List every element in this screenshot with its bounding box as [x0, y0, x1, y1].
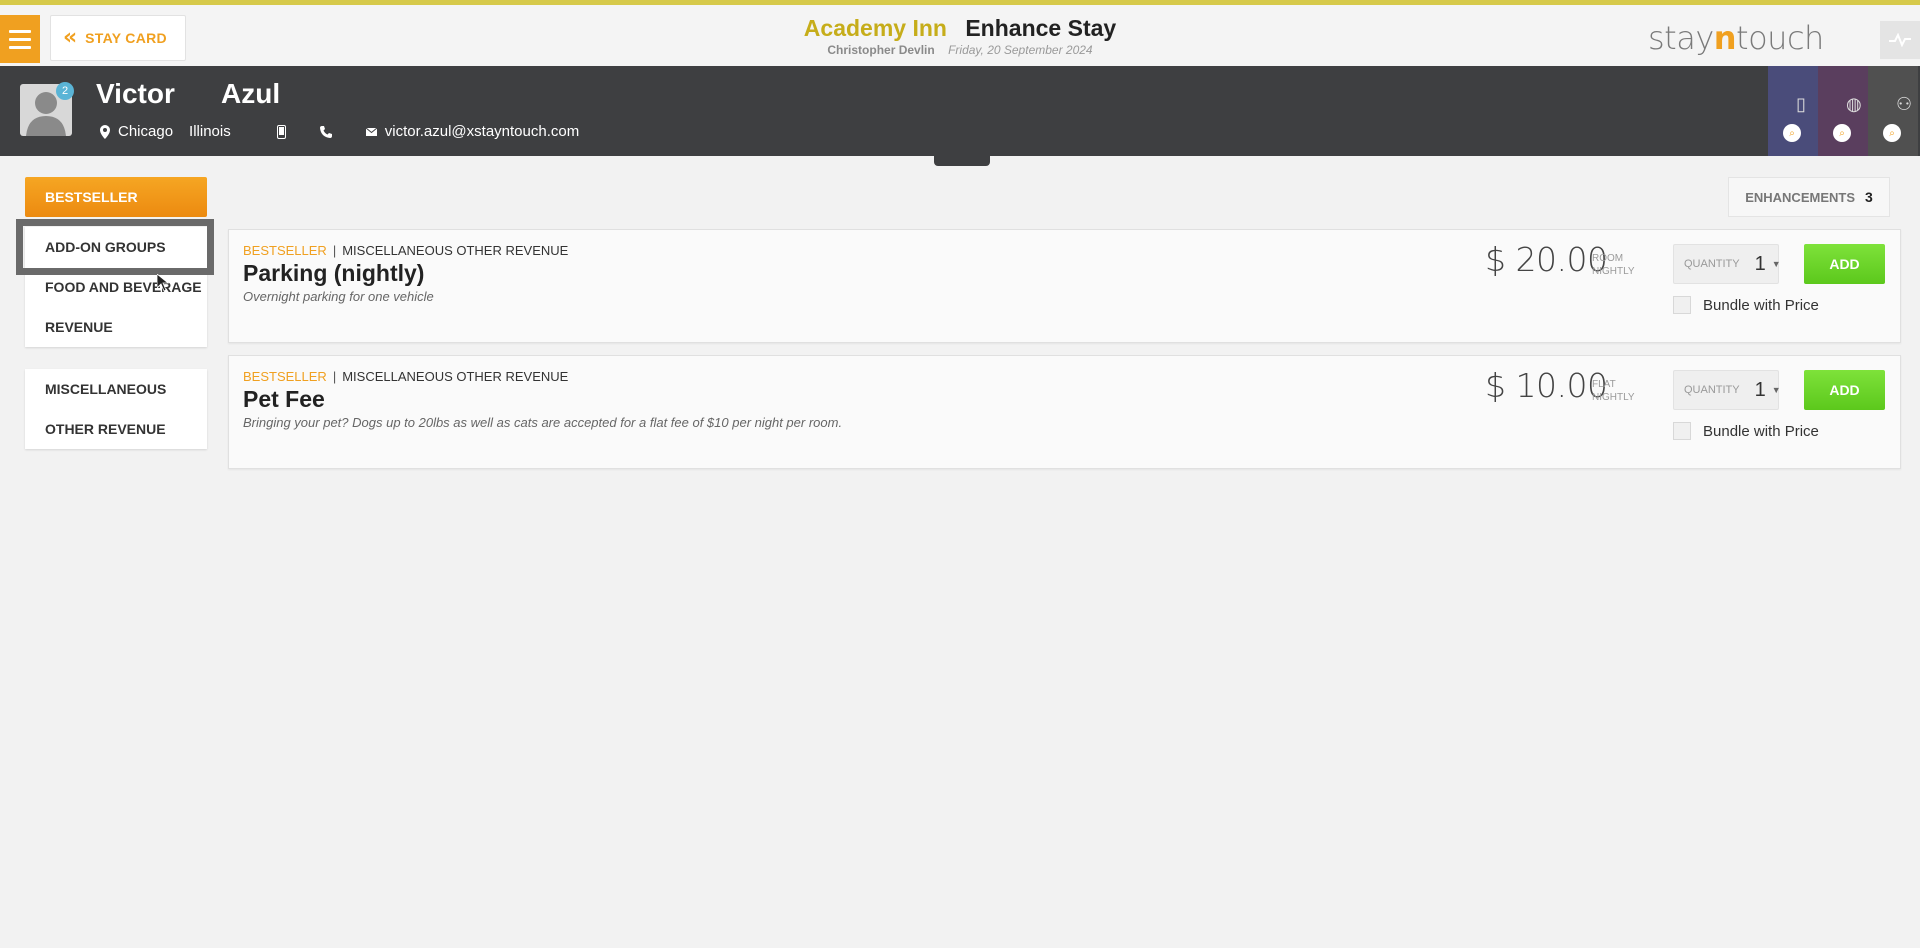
avatar-badge: 2 — [56, 82, 74, 100]
separator: | — [332, 369, 337, 384]
enhancements-label: ENHANCEMENTS — [1745, 189, 1855, 205]
bundle-with-price-option[interactable]: Bundle with Price — [1673, 422, 1819, 440]
guest-last-name[interactable]: Azul — [221, 78, 280, 110]
nav-group-addons: ADD-ON GROUPS FOOD AND BEVERAGE REVENUE — [25, 227, 207, 347]
unit-line: NIGHTLY — [1592, 266, 1635, 277]
bundle-checkbox[interactable] — [1673, 422, 1691, 440]
building-icon: ▯ — [1796, 94, 1806, 114]
logo-part: touch — [1736, 19, 1824, 57]
addon-price: $ 10.00 — [1485, 366, 1608, 405]
mouse-cursor-icon — [157, 274, 169, 292]
addon-category-line: BESTSELLER | MISCELLANEOUS OTHER REVENUE — [243, 369, 568, 384]
guest-email[interactable]: victor.azul@xstayntouch.com — [385, 123, 579, 140]
user-name: Christopher Devlin — [827, 43, 935, 57]
top-bar: ‹‹ STAY CARD Academy Inn Enhance Stay Ch… — [0, 0, 1920, 66]
addon-tag: BESTSELLER — [243, 369, 327, 384]
addon-card: BESTSELLER | MISCELLANEOUS OTHER REVENUE P… — [228, 229, 1901, 343]
guest-header: 2 Victor Azul Chicago Illinois victor.az… — [0, 66, 1920, 156]
location-pin-icon — [100, 124, 110, 139]
bundle-label: Bundle with Price — [1703, 296, 1819, 314]
quantity-value: 1 — [1754, 378, 1766, 401]
nav-item-food-and-beverage[interactable]: FOOD AND BEVERAGE — [25, 267, 207, 307]
quantity-label: QUANTITY — [1684, 384, 1740, 396]
title-line: Academy Inn Enhance Stay — [0, 15, 1920, 42]
addon-category: MISCELLANEOUS OTHER REVENUE — [342, 369, 569, 384]
addon-price-unit: ROOM NIGHTLY — [1592, 252, 1635, 278]
addon-price-unit: FLAT NIGHTLY — [1592, 378, 1635, 404]
header-drawer-handle[interactable] — [934, 156, 990, 166]
globe-icon: ◍ — [1846, 94, 1862, 114]
bundle-checkbox[interactable] — [1673, 296, 1691, 314]
unit-line: ROOM — [1592, 253, 1624, 264]
nav-item-miscellaneous[interactable]: MISCELLANEOUS — [25, 369, 207, 409]
search-icon: ⌕ — [1883, 124, 1901, 142]
caret-down-icon: ▼ — [1771, 385, 1781, 395]
pulse-icon — [1889, 33, 1911, 47]
group-tile[interactable]: ⚇ ⌕ — [1868, 66, 1918, 156]
addon-name: Parking (nightly) — [243, 260, 425, 286]
business-date: Friday, 20 September 2024 — [948, 43, 1093, 57]
group-icon: ⚇ — [1896, 94, 1913, 114]
enhancements-counter[interactable]: ENHANCEMENTS 3 — [1728, 177, 1890, 217]
addon-card: BESTSELLER | MISCELLANEOUS OTHER REVENUE P… — [228, 355, 1901, 469]
quantity-value: 1 — [1754, 252, 1766, 275]
search-icon: ⌕ — [1783, 124, 1801, 142]
addon-description: Overnight parking for one vehicle — [243, 289, 434, 304]
bundle-label: Bundle with Price — [1703, 422, 1819, 440]
nav-group-misc: MISCELLANEOUS OTHER REVENUE — [25, 369, 207, 449]
addon-category: MISCELLANEOUS OTHER REVENUE — [342, 243, 569, 258]
quantity-label: QUANTITY — [1684, 258, 1740, 270]
side-tiles: ▯ ⌕ ◍ ⌕ ⚇ ⌕ — [1768, 66, 1918, 156]
phone-icon[interactable] — [319, 125, 332, 138]
guest-city: Chicago — [118, 123, 174, 140]
mobile-phone-icon[interactable] — [276, 124, 286, 139]
add-button[interactable]: ADD — [1804, 244, 1885, 284]
quantity-select[interactable]: QUANTITY 1 ▼ — [1673, 370, 1781, 410]
activity-button[interactable] — [1880, 21, 1920, 59]
addon-name: Pet Fee — [243, 386, 325, 412]
globe-tile[interactable]: ◍ ⌕ — [1818, 66, 1868, 156]
nav-item-revenue[interactable]: REVENUE — [25, 307, 207, 347]
separator: | — [332, 243, 337, 258]
addon-tag: BESTSELLER — [243, 243, 327, 258]
email-icon — [365, 127, 377, 136]
addon-description: Bringing your pet? Dogs up to 20lbs as w… — [243, 415, 843, 430]
enhancements-count: 3 — [1865, 189, 1873, 205]
addon-price: $ 20.00 — [1485, 240, 1608, 279]
hotel-name: Academy Inn — [803, 15, 947, 41]
add-button[interactable]: ADD — [1804, 370, 1885, 410]
guest-first-name[interactable]: Victor — [96, 78, 175, 110]
page-header: Academy Inn Enhance Stay Christopher Dev… — [0, 15, 1920, 57]
nav-item-other-revenue[interactable]: OTHER REVENUE — [25, 409, 207, 449]
nav-bestseller[interactable]: BESTSELLER — [25, 177, 207, 217]
logo-part: stay — [1648, 19, 1714, 57]
unit-line: FLAT — [1592, 379, 1616, 390]
addon-category-line: BESTSELLER | MISCELLANEOUS OTHER REVENUE — [243, 243, 568, 258]
stayntouch-logo: stayntouch — [1648, 19, 1824, 57]
bundle-with-price-option[interactable]: Bundle with Price — [1673, 296, 1819, 314]
search-icon: ⌕ — [1833, 124, 1851, 142]
page-title: Enhance Stay — [965, 15, 1117, 41]
caret-down-icon: ▼ — [1771, 259, 1781, 269]
guest-contact-info: Chicago Illinois victor.azul@xstayntouch… — [100, 123, 579, 140]
quantity-select[interactable]: QUANTITY 1 ▼ — [1673, 244, 1781, 284]
guest-state: Illinois — [189, 123, 231, 140]
unit-line: NIGHTLY — [1592, 392, 1635, 403]
subtitle-line: Christopher Devlin Friday, 20 September … — [0, 43, 1920, 57]
logo-part: n — [1713, 19, 1737, 57]
building-tile[interactable]: ▯ ⌕ — [1768, 66, 1818, 156]
nav-item-add-on-groups[interactable]: ADD-ON GROUPS — [25, 227, 207, 267]
